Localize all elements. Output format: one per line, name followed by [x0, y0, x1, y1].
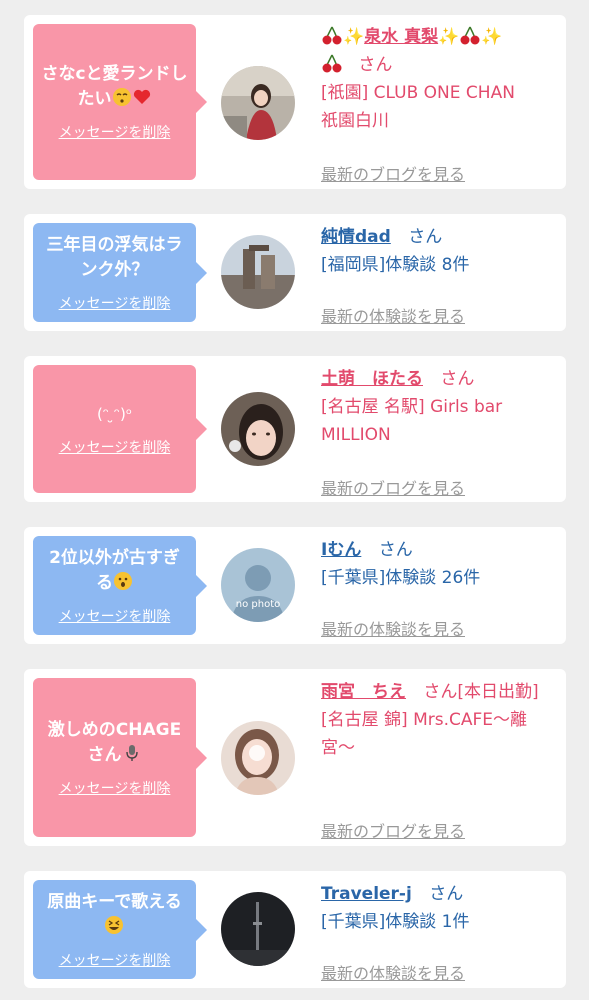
- message-card: 三年目の浮気はランク外？ メッセージを削除 純情dad さん [福岡県]体験談 …: [24, 214, 566, 331]
- name-row: 純情dad さん: [321, 223, 556, 251]
- honorific: さん: [423, 682, 458, 702]
- user-name-link[interactable]: Iむん: [321, 540, 361, 560]
- message-bubble: さなcと愛ランドしたい メッセージを削除: [33, 24, 207, 180]
- avatar[interactable]: [221, 721, 295, 795]
- cherry-icon: [322, 26, 342, 45]
- honorific: さん: [358, 55, 393, 75]
- message-bubble: 激しめのCHAGEさん メッセージを削除: [33, 678, 207, 837]
- sparkle-icon: ✨: [481, 27, 503, 47]
- message-card: (ᵔ ̮ᵔ)ᵒ メッセージを削除 土萌 ほたる さん [名古屋 名駅] Girl…: [24, 356, 566, 502]
- user-info: 雨宮 ちえ さん[本日出勤] [名古屋 錦] Mrs.CAFE〜離宮〜 最新のブ…: [321, 678, 556, 841]
- name-row: Iむん さん: [321, 536, 556, 564]
- cherry-icon: [460, 26, 480, 45]
- detail-line: [祇園] CLUB ONE CHAN: [321, 83, 515, 103]
- avatar[interactable]: [221, 892, 295, 966]
- grinning-squinting-face-icon: [105, 915, 124, 934]
- user-info: 純情dad さん [福岡県]体験談 8件 最新の体験談を見る: [321, 223, 556, 326]
- message-bubble: 2位以外が古すぎる メッセージを削除: [33, 536, 207, 635]
- latest-blog-link[interactable]: 最新のブログを見る: [321, 818, 465, 846]
- user-name-link[interactable]: Traveler-j: [321, 884, 412, 904]
- user-name-link[interactable]: 純情dad: [321, 227, 391, 247]
- message-card: 原曲キーで歌える メッセージを削除 Traveler-j さん [千葉県]体験談…: [24, 871, 566, 988]
- detail-line: [福岡県]体験談 8件: [321, 255, 470, 275]
- avatar[interactable]: no photo: [221, 548, 295, 622]
- name-row-second: さん: [321, 51, 556, 79]
- user-info: Iむん さん [千葉県]体験談 26件 最新の体験談を見る: [321, 536, 556, 639]
- message-bubble: 原曲キーで歌える メッセージを削除: [33, 880, 207, 979]
- user-info: 土萌 ほたる さん [名古屋 名駅] Girls bar MILLION 最新の…: [321, 365, 556, 498]
- avatar-photo: [221, 892, 295, 966]
- detail-line: MILLION: [321, 425, 391, 445]
- message-card: 激しめのCHAGEさん メッセージを削除 雨宮 ちえ さん[本日出勤] [名古屋…: [24, 669, 566, 846]
- name-row: ✨泉水 真梨✨ ✨: [321, 23, 556, 51]
- message-text: 2位以外が古すぎる: [41, 546, 188, 596]
- user-info: ✨泉水 真梨✨ ✨ さん [祇園] CLUB ONE CHAN 祇園白川 最新のブ…: [321, 23, 556, 184]
- astonished-face-icon: [114, 571, 132, 590]
- kissing-face-icon: [112, 88, 131, 106]
- detail-line: 祇園白川: [321, 111, 389, 131]
- detail-line: [千葉県]体験談 1件: [321, 912, 470, 932]
- honorific: さん: [429, 884, 464, 904]
- message-text: (ᵔ ̮ᵔ)ᵒ: [96, 404, 133, 423]
- avatar-photo: [221, 392, 295, 466]
- user-name-link[interactable]: 泉水 真梨: [364, 27, 438, 47]
- avatar[interactable]: [221, 392, 295, 466]
- red-heart-icon: [133, 89, 150, 104]
- sparkle-icon: ✨: [343, 27, 365, 47]
- microphone-icon: [125, 744, 138, 761]
- name-row: 雨宮 ちえ さん[本日出勤]: [321, 678, 556, 706]
- message-card: さなcと愛ランドしたい メッセージを削除 ✨泉水 真梨✨ ✨ さん [祇園] CL…: [24, 15, 566, 189]
- message-card: 2位以外が古すぎる メッセージを削除 no photo Iむん さん [千葉県]…: [24, 527, 566, 644]
- latest-blog-link[interactable]: 最新のブログを見る: [321, 475, 465, 503]
- delete-message-link[interactable]: メッセージを削除: [59, 293, 171, 313]
- message-bubble: 三年目の浮気はランク外？ メッセージを削除: [33, 223, 207, 322]
- user-name-link[interactable]: 土萌 ほたる: [321, 369, 423, 389]
- working-today-label: [本日出勤]: [457, 682, 539, 702]
- message-text-label: 激しめのCHAGEさん: [47, 719, 182, 765]
- detail-line: [千葉県]体験談 26件: [321, 568, 481, 588]
- name-row: 土萌 ほたる さん: [321, 365, 556, 393]
- avatar-photo: [221, 66, 295, 140]
- delete-message-link[interactable]: メッセージを削除: [59, 122, 171, 142]
- message-text: さなcと愛ランドしたい: [41, 62, 188, 112]
- user-info: Traveler-j さん [千葉県]体験談 1件 最新の体験談を見る: [321, 880, 556, 983]
- detail-line: [名古屋 錦] Mrs.CAFE〜離宮〜: [321, 710, 528, 758]
- message-text: 原曲キーで歌える: [47, 890, 182, 940]
- avatar-photo: [221, 721, 295, 795]
- user-name-link[interactable]: 雨宮 ちえ: [321, 682, 406, 702]
- sparkle-icon: ✨: [438, 27, 460, 47]
- no-photo-label: no photo: [236, 599, 280, 610]
- latest-review-link[interactable]: 最新の体験談を見る: [321, 960, 465, 988]
- avatar-photo: [221, 235, 295, 309]
- message-text: 三年目の浮気はランク外？: [46, 234, 183, 280]
- message-text-label: 原曲キーで歌える: [47, 891, 182, 912]
- message-bubble: (ᵔ ̮ᵔ)ᵒ メッセージを削除: [33, 365, 207, 493]
- cherry-icon: [322, 54, 342, 73]
- honorific: さん: [440, 369, 475, 389]
- avatar[interactable]: [221, 66, 295, 140]
- message-text: 激しめのCHAGEさん: [41, 718, 188, 768]
- latest-review-link[interactable]: 最新の体験談を見る: [321, 616, 465, 644]
- delete-message-link[interactable]: メッセージを削除: [59, 437, 171, 457]
- latest-review-link[interactable]: 最新の体験談を見る: [321, 303, 465, 331]
- honorific: さん: [378, 540, 413, 560]
- name-row: Traveler-j さん: [321, 880, 556, 908]
- no-photo-icon: no photo: [221, 548, 295, 622]
- honorific: さん: [408, 227, 443, 247]
- avatar[interactable]: [221, 235, 295, 309]
- detail-line: [名古屋 名駅] Girls bar: [321, 397, 503, 417]
- delete-message-link[interactable]: メッセージを削除: [59, 606, 171, 626]
- delete-message-link[interactable]: メッセージを削除: [59, 950, 171, 970]
- delete-message-link[interactable]: メッセージを削除: [59, 778, 171, 798]
- latest-blog-link[interactable]: 最新のブログを見る: [321, 161, 465, 189]
